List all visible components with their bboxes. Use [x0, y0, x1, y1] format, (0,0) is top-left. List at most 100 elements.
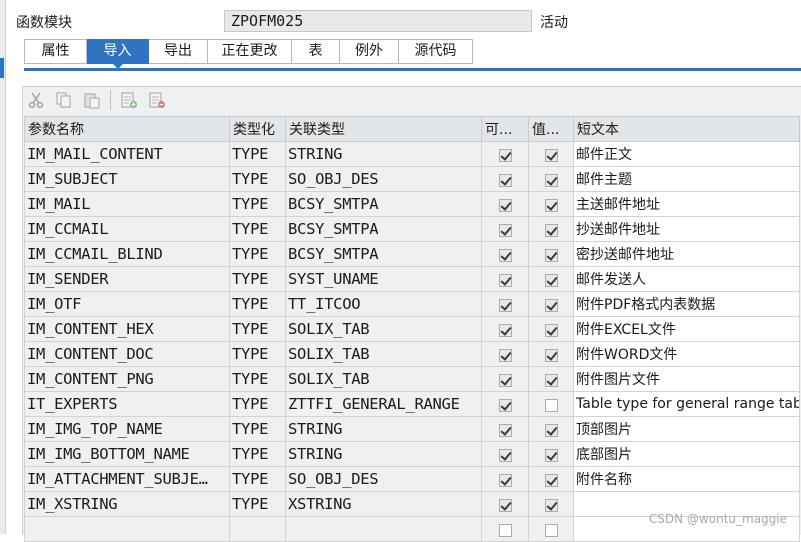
pass-value-checkbox[interactable]	[544, 348, 558, 362]
short-text-cell[interactable]: 附件WORD文件	[573, 341, 800, 367]
optional-checkbox[interactable]	[498, 448, 512, 462]
delete-row-icon[interactable]	[145, 88, 169, 112]
pass-value-checkbox[interactable]	[544, 498, 558, 512]
short-text-cell[interactable]: 附件图片文件	[573, 366, 800, 392]
pass-value-checkbox[interactable]	[544, 148, 558, 162]
col-header-parameter-name[interactable]: 参数名称	[24, 116, 230, 142]
table-row[interactable]: IM_CCMAIL_BLIND TYPE BCSY_SMTPA 密抄送邮件地址	[24, 241, 800, 267]
typing-cell[interactable]	[229, 516, 286, 542]
short-text-cell[interactable]: 顶部图片	[573, 416, 800, 442]
parameter-name-cell[interactable]: IM_OTF	[24, 291, 230, 317]
insert-row-icon[interactable]	[117, 88, 141, 112]
parameter-name-cell[interactable]	[24, 516, 230, 542]
typing-cell[interactable]: TYPE	[229, 466, 286, 492]
table-row[interactable]: IM_SENDER TYPE SYST_UNAME 邮件发送人	[24, 266, 800, 292]
tab-source-code[interactable]: 源代码	[399, 39, 473, 64]
typing-cell[interactable]: TYPE	[229, 441, 286, 467]
associated-type-cell[interactable]	[285, 516, 482, 542]
short-text-cell[interactable]: 邮件发送人	[573, 266, 800, 292]
optional-checkbox[interactable]	[498, 473, 512, 487]
table-row[interactable]: IM_ATTACHMENT_SUBJE… TYPE SO_OBJ_DES 附件名称	[24, 466, 800, 492]
optional-checkbox[interactable]	[498, 148, 512, 162]
pass-value-checkbox[interactable]	[544, 173, 558, 187]
pass-value-checkbox[interactable]	[544, 198, 558, 212]
pass-value-checkbox[interactable]	[544, 423, 558, 437]
tab-tables[interactable]: 表	[292, 39, 340, 64]
associated-type-cell[interactable]: ZTTFI_GENERAL_RANGE	[285, 391, 482, 417]
typing-cell[interactable]: TYPE	[229, 166, 286, 192]
associated-type-cell[interactable]: TT_ITCOO	[285, 291, 482, 317]
optional-checkbox[interactable]	[498, 198, 512, 212]
optional-checkbox[interactable]	[498, 398, 512, 412]
parameter-name-cell[interactable]: IM_IMG_TOP_NAME	[24, 416, 230, 442]
tab-export[interactable]: 导出	[149, 39, 208, 64]
table-row[interactable]: IM_OTF TYPE TT_ITCOO 附件PDF格式内表数据	[24, 291, 800, 317]
optional-checkbox[interactable]	[498, 373, 512, 387]
parameter-name-cell[interactable]: IM_CONTENT_PNG	[24, 366, 230, 392]
table-row[interactable]: IM_SUBJECT TYPE SO_OBJ_DES 邮件主题	[24, 166, 800, 192]
associated-type-cell[interactable]: SO_OBJ_DES	[285, 166, 482, 192]
parameter-name-cell[interactable]: IM_IMG_BOTTOM_NAME	[24, 441, 230, 467]
associated-type-cell[interactable]: STRING	[285, 416, 482, 442]
pass-value-checkbox[interactable]	[544, 248, 558, 262]
short-text-cell[interactable]: Table type for general range table	[573, 391, 800, 417]
short-text-cell[interactable]: 邮件主题	[573, 166, 800, 192]
col-header-optional[interactable]: 可...	[481, 116, 529, 142]
associated-type-cell[interactable]: SOLIX_TAB	[285, 366, 482, 392]
associated-type-cell[interactable]: STRING	[285, 141, 482, 167]
short-text-cell[interactable]: 附件名称	[573, 466, 800, 492]
parameter-name-cell[interactable]: IM_CCMAIL_BLIND	[24, 241, 230, 267]
table-row[interactable]: IM_MAIL_CONTENT TYPE STRING 邮件正文	[24, 141, 800, 167]
paste-icon[interactable]	[80, 88, 104, 112]
parameter-name-cell[interactable]: IM_ATTACHMENT_SUBJE…	[24, 466, 230, 492]
typing-cell[interactable]: TYPE	[229, 191, 286, 217]
col-header-short-text[interactable]: 短文本	[573, 116, 800, 142]
tab-exceptions[interactable]: 例外	[340, 39, 399, 64]
typing-cell[interactable]: TYPE	[229, 491, 286, 517]
typing-cell[interactable]: TYPE	[229, 291, 286, 317]
table-row[interactable]: IM_IMG_TOP_NAME TYPE STRING 顶部图片	[24, 416, 800, 442]
pass-value-checkbox[interactable]	[544, 398, 558, 412]
parameter-name-cell[interactable]: IM_MAIL	[24, 191, 230, 217]
optional-checkbox[interactable]	[498, 423, 512, 437]
optional-checkbox[interactable]	[498, 323, 512, 337]
associated-type-cell[interactable]: BCSY_SMTPA	[285, 191, 482, 217]
short-text-cell[interactable]: 附件PDF格式内表数据	[573, 291, 800, 317]
col-header-associated-type[interactable]: 关联类型	[285, 116, 482, 142]
short-text-cell[interactable]: 附件EXCEL文件	[573, 316, 800, 342]
optional-checkbox[interactable]	[498, 248, 512, 262]
parameter-name-cell[interactable]: IM_SENDER	[24, 266, 230, 292]
pass-value-checkbox[interactable]	[544, 473, 558, 487]
short-text-cell[interactable]: 主送邮件地址	[573, 191, 800, 217]
typing-cell[interactable]: TYPE	[229, 416, 286, 442]
optional-checkbox[interactable]	[498, 523, 512, 537]
typing-cell[interactable]: TYPE	[229, 366, 286, 392]
table-row[interactable]: IM_CONTENT_DOC TYPE SOLIX_TAB 附件WORD文件	[24, 341, 800, 367]
short-text-cell[interactable]: 底部图片	[573, 441, 800, 467]
cut-icon[interactable]	[24, 88, 48, 112]
parameter-name-cell[interactable]: IM_MAIL_CONTENT	[24, 141, 230, 167]
pass-value-checkbox[interactable]	[544, 523, 558, 537]
associated-type-cell[interactable]: BCSY_SMTPA	[285, 241, 482, 267]
associated-type-cell[interactable]: BCSY_SMTPA	[285, 216, 482, 242]
table-row[interactable]: IM_IMG_BOTTOM_NAME TYPE STRING 底部图片	[24, 441, 800, 467]
optional-checkbox[interactable]	[498, 348, 512, 362]
pass-value-checkbox[interactable]	[544, 323, 558, 337]
tab-attributes[interactable]: 属性	[24, 39, 87, 64]
typing-cell[interactable]: TYPE	[229, 391, 286, 417]
function-module-name-field[interactable]: ZPOFM025	[224, 10, 532, 32]
optional-checkbox[interactable]	[498, 273, 512, 287]
optional-checkbox[interactable]	[498, 173, 512, 187]
typing-cell[interactable]: TYPE	[229, 216, 286, 242]
typing-cell[interactable]: TYPE	[229, 266, 286, 292]
associated-type-cell[interactable]: STRING	[285, 441, 482, 467]
short-text-cell[interactable]: 抄送邮件地址	[573, 216, 800, 242]
associated-type-cell[interactable]: SOLIX_TAB	[285, 341, 482, 367]
parameter-name-cell[interactable]: IM_XSTRING	[24, 491, 230, 517]
col-header-pass-value[interactable]: 值...	[528, 116, 574, 142]
typing-cell[interactable]: TYPE	[229, 316, 286, 342]
optional-checkbox[interactable]	[498, 223, 512, 237]
typing-cell[interactable]: TYPE	[229, 241, 286, 267]
parameter-name-cell[interactable]: IM_SUBJECT	[24, 166, 230, 192]
optional-checkbox[interactable]	[498, 498, 512, 512]
